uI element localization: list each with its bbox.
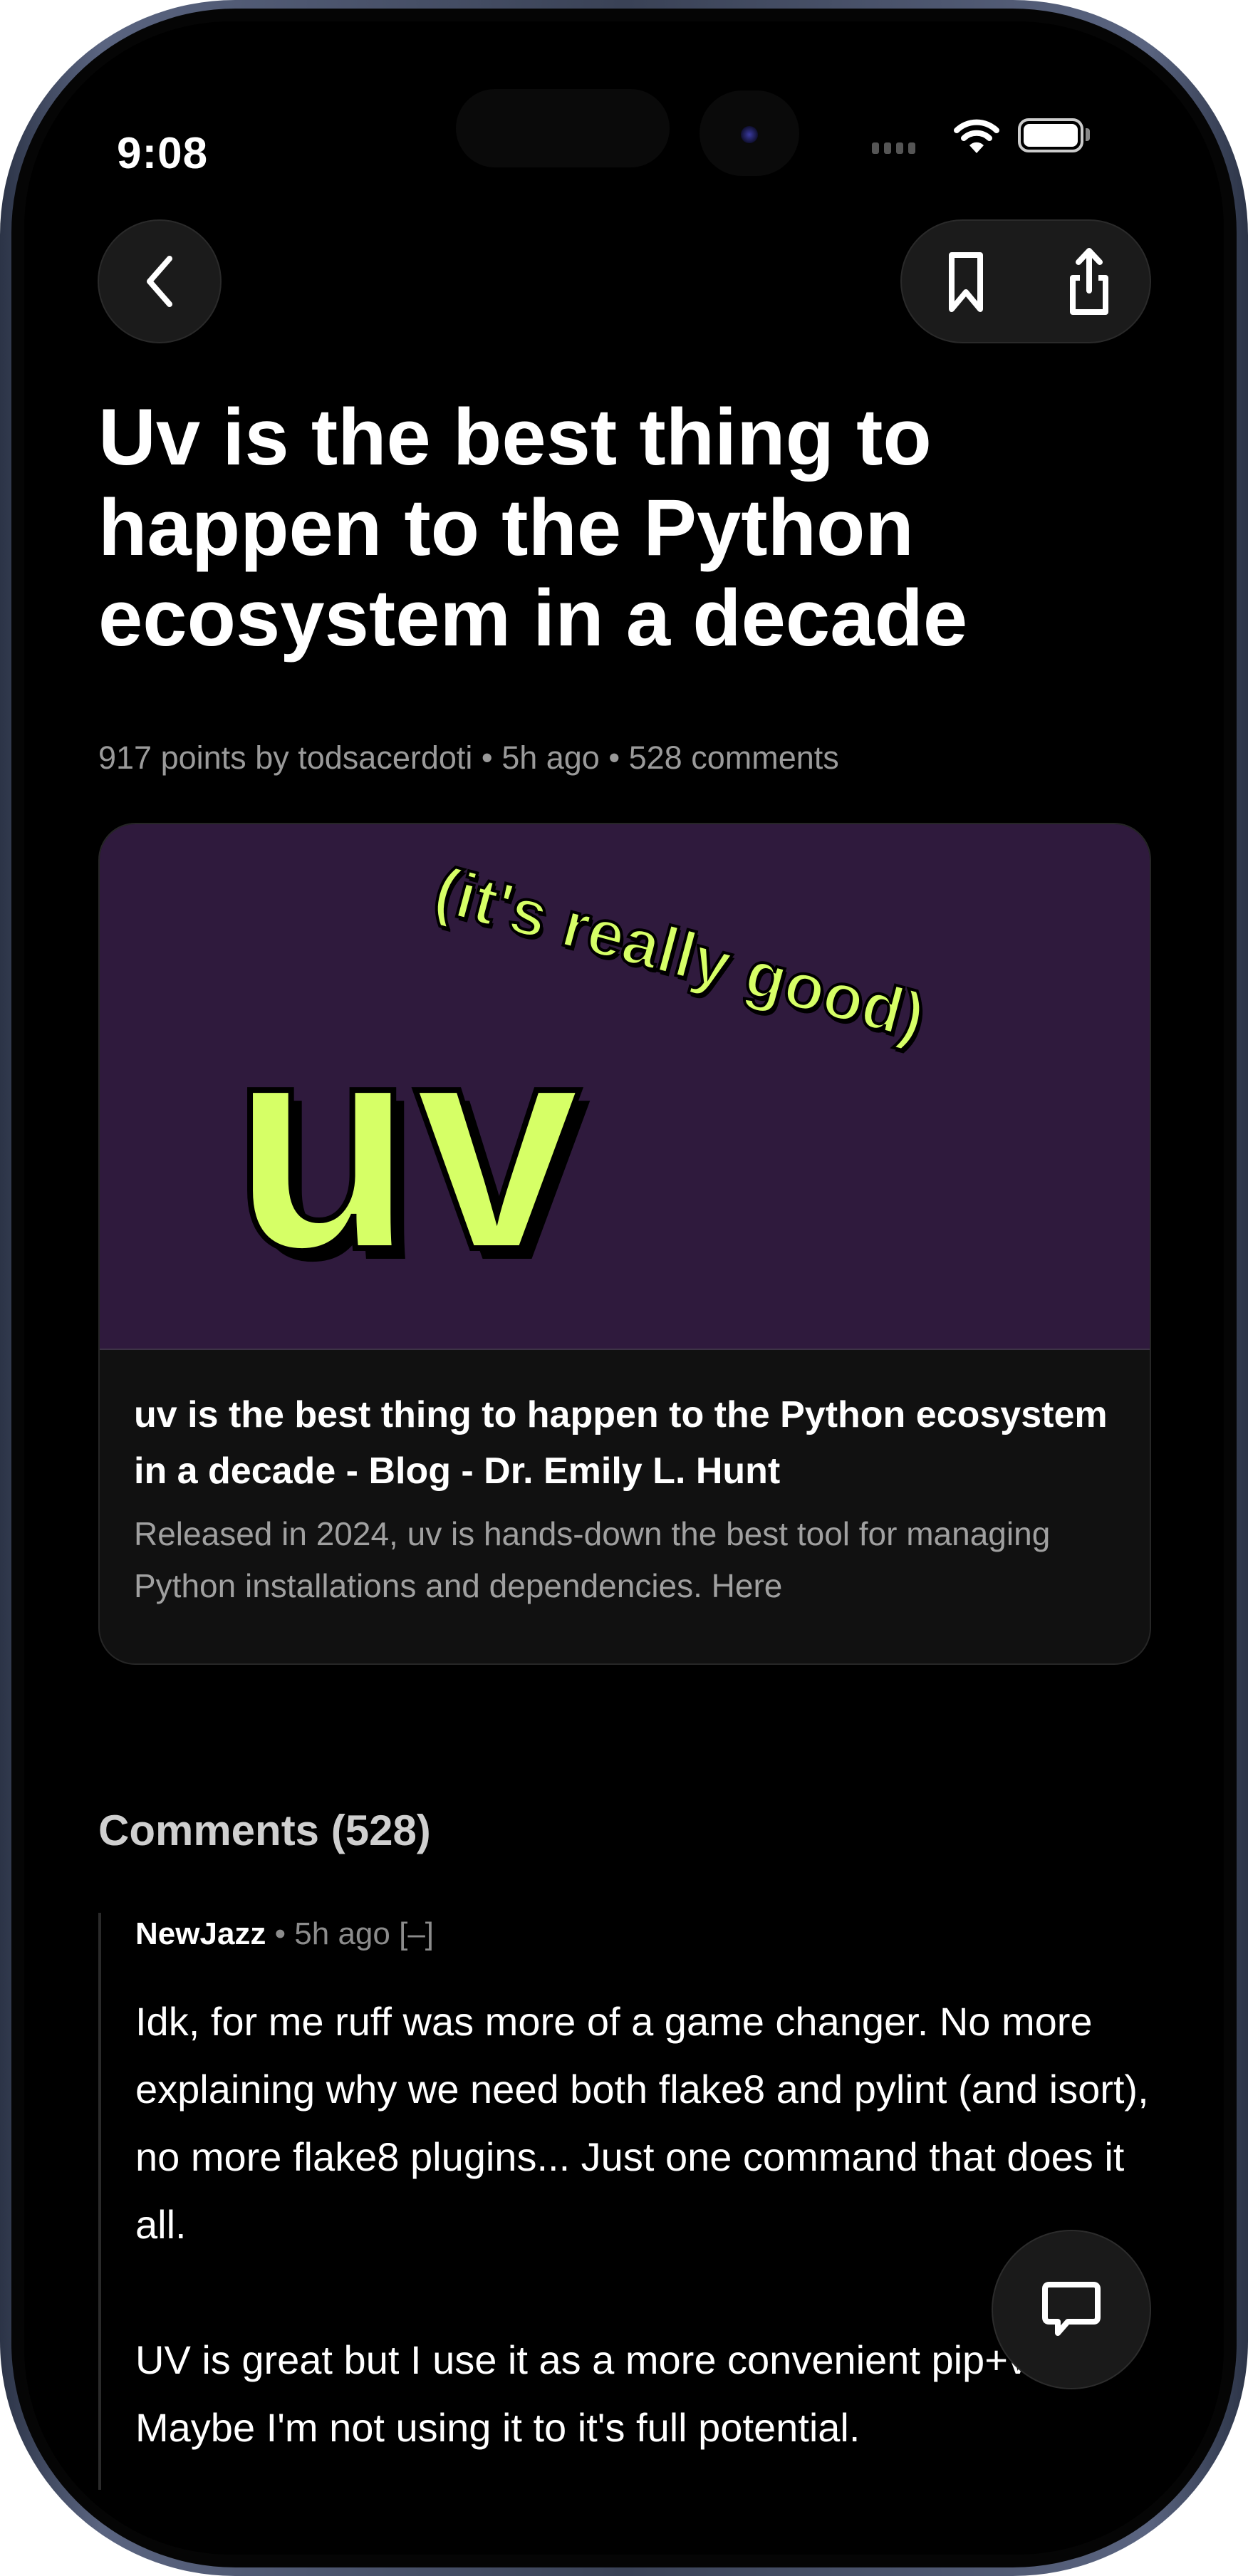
bookmark-icon[interactable] [945,251,987,315]
separator: • [608,739,620,776]
screen: 9:08 Uv is the best thing to happen to t… [24,21,1224,2555]
by-label: by [255,739,289,776]
action-pill [900,219,1151,343]
comment-meta: NewJazz • 5h ago [–] [135,1916,434,1952]
comment-body: Idk, for me ruff was more of a game chan… [135,1988,1154,2529]
dynamic-island [456,89,670,167]
comment-author[interactable]: NewJazz [135,1916,266,1951]
battery-cap [1086,128,1090,141]
chevron-left-icon [147,256,172,307]
add-comment-button[interactable] [992,2230,1151,2389]
separator: • [274,1916,286,1951]
author-link[interactable]: todsacerdoti [298,739,472,776]
comments-link[interactable]: 528 comments [629,739,839,776]
battery-icon [1018,118,1083,152]
uv-text: uv [232,978,583,1312]
wifi-icon [954,119,999,153]
comments-heading: Comments (528) [98,1807,431,1854]
uv-logo-image: uv uv (it's really good) (it's really go… [229,852,935,1323]
status-time: 9:08 [117,129,209,178]
comment-age: 5h ago [294,1916,390,1951]
age: 5h ago [501,739,600,776]
link-preview-card[interactable]: uv uv (it's really good) (it's really go… [98,823,1151,1665]
story-title: Uv is the best thing to happen to the Py… [98,393,968,663]
comment-paragraph: Idk, for me ruff was more of a game chan… [135,1999,1149,2247]
collapse-toggle[interactable]: [–] [399,1916,434,1951]
comment-icon [1042,2282,1101,2336]
link-description: Released in 2024, uv is hands-down the b… [134,1515,1051,1604]
link-preview-image: uv uv (it's really good) (it's really go… [100,824,1150,1350]
story-meta: 917 points by todsacerdoti • 5h ago • 52… [98,739,839,777]
camera-lens-icon [741,126,758,143]
separator: • [481,739,493,776]
share-icon[interactable] [1064,246,1114,318]
points: 917 points [98,739,246,776]
thread-line [98,1913,101,2490]
link-title: uv is the best thing to happen to the Py… [134,1394,1108,1492]
signal-icon [872,142,915,154]
back-button[interactable] [98,219,222,343]
